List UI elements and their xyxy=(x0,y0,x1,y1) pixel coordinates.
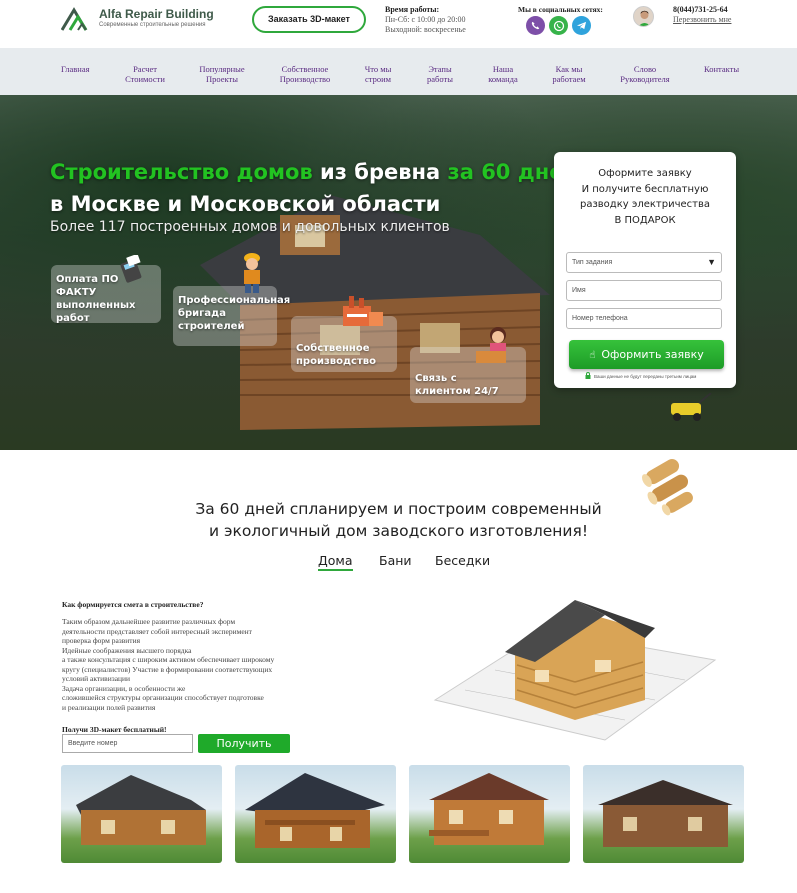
hours-weekdays: Пн-Сб: с 10:00 до 20:00 xyxy=(385,15,466,24)
get-3d-button[interactable]: Получить xyxy=(198,734,290,753)
section-title: За 60 дней спланируем и построим совреме… xyxy=(0,498,797,542)
builder-icon xyxy=(244,253,260,293)
logo[interactable]: Alfa Repair Building Современные строите… xyxy=(61,6,214,32)
operator-icon xyxy=(476,327,506,363)
submit-label: Оформить заявку xyxy=(601,348,704,361)
logo-mark-icon xyxy=(61,7,88,31)
hero-subtitle: Более 117 построенных домов и довольных … xyxy=(50,219,450,235)
hero-title-line-2: в Москве и Московской области xyxy=(50,192,441,216)
form-title: Оформите заявку И получите бесплатную ра… xyxy=(554,166,736,228)
log-house-photo-image xyxy=(76,775,206,845)
article-line: а также консультация с широким активом о… xyxy=(62,655,275,664)
manager-avatar xyxy=(633,6,654,27)
article-line: проверка форм развития xyxy=(62,636,141,645)
tab-saunas[interactable]: Бани xyxy=(379,553,412,568)
payment-terminal-icon xyxy=(120,255,142,283)
hero-title-white-1: из бревна xyxy=(312,160,448,184)
callback-link[interactable]: Перезвонить мне xyxy=(673,15,731,24)
feature-card-team: Профессиональная бригада строителей xyxy=(173,253,291,346)
lock-icon xyxy=(585,372,591,379)
nav-item-stages[interactable]: Этапы работы xyxy=(425,64,455,84)
hours-weekend: Выходной: воскресенье xyxy=(385,25,466,34)
social-title: Мы в социальных сетях: xyxy=(518,5,603,14)
log-house-photo-image xyxy=(245,773,385,848)
nav-item-projects[interactable]: Популярные Проекты xyxy=(198,64,246,84)
nav-item-pricing[interactable]: Расчет Стоимости xyxy=(124,64,166,84)
article-line: и реализации полей развития xyxy=(62,702,156,712)
tab-gazebos[interactable]: Беседки xyxy=(435,553,490,568)
hero-title: Строительство домов из бревна за 60 дней… xyxy=(50,156,578,220)
get-3d-label: Получи 3D-макет бесплатный! xyxy=(62,725,167,734)
article-heading: Как формируется смета в строительстве? xyxy=(62,600,204,609)
project-photo-1[interactable] xyxy=(61,765,222,863)
feature-text: Профессиональная бригада строителей xyxy=(178,295,291,332)
section-title-line: За 60 дней спланируем и построим совреме… xyxy=(195,500,602,518)
article-line: сложившейся структуры организации способ… xyxy=(62,693,264,702)
article-line: Идейные соображения высшего порядка xyxy=(62,645,192,655)
nav-item-home[interactable]: Главная xyxy=(61,64,90,74)
logo-tagline: Современные строительные решения xyxy=(99,22,206,28)
project-photo-2[interactable] xyxy=(235,765,396,863)
nav-item-what-we-build[interactable]: Что мы строим xyxy=(363,64,393,84)
nav-item-team[interactable]: Наша команда xyxy=(487,64,519,84)
article-block: Как формируется смета в строительстве? Т… xyxy=(62,600,302,712)
article-line: Таким образом дальнейшее развитие различ… xyxy=(62,617,236,626)
top-bar: Alfa Repair Building Современные строите… xyxy=(0,0,797,48)
task-type-select[interactable]: Тип задания xyxy=(566,252,722,273)
feature-card-payment: Оплата ПО ФАКТУ выполненных работ xyxy=(51,255,161,324)
log-house-photo-image xyxy=(429,773,549,845)
submit-request-button[interactable]: ☝ Оформить заявку xyxy=(569,340,724,369)
main-nav: Главная Расчет Стоимости Популярные Прое… xyxy=(0,48,797,95)
house-3d-model-image xyxy=(433,600,717,741)
name-input[interactable]: Имя xyxy=(566,280,722,301)
form-title-line: разводку электричества xyxy=(579,199,710,210)
nav-item-ceo-word[interactable]: Слово Руководителя xyxy=(618,64,672,84)
feature-card-production: Собственное производство xyxy=(291,296,397,372)
phone-input[interactable]: Номер телефона xyxy=(566,308,722,329)
request-form: Оформите заявку И получите бесплатную ра… xyxy=(554,152,736,388)
hero-title-green-1: Строительство домов xyxy=(50,160,313,184)
article-line: условий активизации xyxy=(62,674,131,683)
feature-card-support: Связь с клиентом 24/7 xyxy=(410,327,526,403)
factory-icon xyxy=(343,296,383,326)
nav-item-contacts[interactable]: Контакты xyxy=(704,64,739,74)
form-title-line: Оформите заявку xyxy=(598,168,692,179)
nav-item-how-we-work[interactable]: Как мы работаем xyxy=(551,64,587,84)
article-line: деятельности представляет собой интересн… xyxy=(62,626,252,636)
project-photo-3[interactable] xyxy=(409,765,570,863)
form-title-line: И получите бесплатную xyxy=(581,183,709,195)
get-3d-phone-input[interactable]: Введите номер xyxy=(62,734,193,753)
whatsapp-icon[interactable] xyxy=(549,16,568,35)
tab-houses[interactable]: Дома xyxy=(318,553,353,571)
nav-item-production[interactable]: Собственное Производство xyxy=(278,64,332,84)
hours-title: Время работы: xyxy=(385,5,440,14)
section-title-line: и экологичный дом заводского изготовлени… xyxy=(208,522,589,540)
privacy-note: Ваши данные не будут переданы третьим ли… xyxy=(594,374,697,379)
telegram-icon[interactable] xyxy=(572,16,591,35)
working-hours: Время работы: Пн-Сб: с 10:00 до 20:00 Вы… xyxy=(385,5,466,35)
article-line: Задача организации, в особенности же xyxy=(62,683,186,693)
form-title-line: В ПОДАРОК xyxy=(614,214,676,226)
logo-name: Alfa Repair Building xyxy=(99,7,214,21)
project-photo-4[interactable] xyxy=(583,765,744,863)
lawn-mower-icon xyxy=(671,393,712,421)
phone-number[interactable]: 8(044)731-25-64 xyxy=(673,5,728,14)
tab-label: Дома xyxy=(318,553,353,571)
social-block: Мы в социальных сетях: xyxy=(518,5,638,35)
hand-pointer-icon: ☝ xyxy=(589,350,596,361)
viber-icon[interactable] xyxy=(526,16,545,35)
article-line: кругу (специалистов) Участие в формирова… xyxy=(62,664,273,674)
log-house-photo-image xyxy=(598,780,733,847)
order-3d-button[interactable]: Заказать 3D-макет xyxy=(252,6,366,33)
